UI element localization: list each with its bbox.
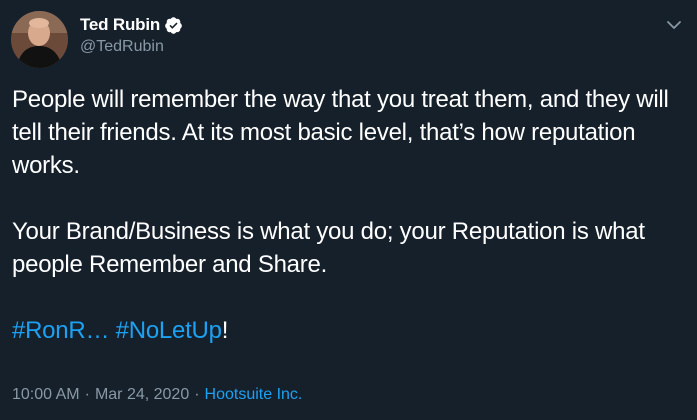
avatar-image bbox=[11, 11, 68, 68]
chevron-down-icon[interactable] bbox=[664, 15, 684, 35]
tweet-text: People will remember the way that you tr… bbox=[12, 83, 692, 347]
display-name[interactable]: Ted Rubin bbox=[80, 15, 160, 35]
author-name-row: Ted Rubin bbox=[80, 13, 183, 37]
tweet-date[interactable]: Mar 24, 2020 bbox=[95, 386, 189, 404]
tweet-metadata: 10:00 AM · Mar 24, 2020 · Hootsuite Inc. bbox=[12, 386, 302, 404]
hashtag-link[interactable]: #NoLetUp bbox=[116, 317, 222, 344]
author-handle[interactable]: @TedRubin bbox=[80, 38, 164, 56]
hashtag-link[interactable]: #RonR… bbox=[12, 317, 109, 344]
tweet-paragraph: Your Brand/Business is what you do; your… bbox=[12, 218, 645, 278]
tweet-source-link[interactable]: Hootsuite Inc. bbox=[205, 386, 303, 404]
hashtag-line: #RonR… #NoLetUp! bbox=[12, 314, 692, 347]
meta-separator: · bbox=[84, 386, 90, 403]
avatar[interactable] bbox=[11, 11, 68, 68]
meta-separator: · bbox=[194, 386, 200, 403]
trailing-punctuation: ! bbox=[221, 317, 229, 344]
tweet-paragraph: People will remember the way that you tr… bbox=[12, 86, 669, 179]
tweet-time[interactable]: 10:00 AM bbox=[12, 386, 80, 404]
verified-badge-icon bbox=[164, 16, 183, 35]
tweet-card: Ted Rubin @TedRubin People will remember… bbox=[0, 0, 697, 420]
